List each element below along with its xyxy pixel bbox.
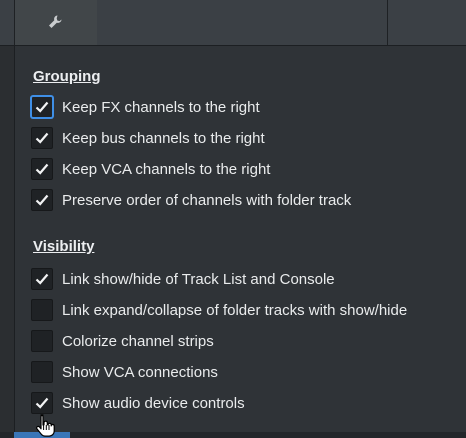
- option-label: Keep bus channels to the right: [62, 129, 265, 147]
- option-label: Link show/hide of Track List and Console: [62, 270, 335, 288]
- option-label: Colorize channel strips: [62, 332, 214, 350]
- checkbox[interactable]: [31, 127, 53, 149]
- option-label: Keep VCA channels to the right: [62, 160, 271, 178]
- option-label: Keep FX channels to the right: [62, 98, 260, 116]
- checkmark-icon: [35, 132, 49, 144]
- option-keep-fx-right[interactable]: Keep FX channels to the right: [31, 94, 260, 120]
- checkmark-icon: [35, 273, 49, 285]
- wrench-icon: [49, 15, 62, 28]
- option-label: Show audio device controls: [62, 394, 245, 412]
- option-keep-bus-right[interactable]: Keep bus channels to the right: [31, 125, 265, 151]
- tab-spacer-right: [388, 0, 466, 45]
- option-show-audio-device-controls[interactable]: Show audio device controls: [31, 390, 245, 416]
- option-keep-vca-right[interactable]: Keep VCA channels to the right: [31, 156, 270, 182]
- checkbox[interactable]: [31, 330, 53, 352]
- option-label: Link expand/collapse of folder tracks wi…: [62, 301, 408, 319]
- option-label: Show VCA connections: [62, 363, 218, 381]
- option-show-vca-connections[interactable]: Show VCA connections: [31, 359, 218, 385]
- option-label: Preserve order of channels with folder t…: [62, 191, 352, 209]
- checkbox[interactable]: [31, 96, 53, 118]
- tab-spacer: [97, 0, 388, 45]
- checkmark-icon: [35, 101, 49, 113]
- option-link-expand-collapse[interactable]: Link expand/collapse of folder tracks wi…: [31, 297, 407, 323]
- console-options-panel: Grouping Keep FX channels to the right K…: [14, 46, 466, 432]
- checkbox[interactable]: [31, 158, 53, 180]
- checkbox[interactable]: [31, 392, 53, 414]
- option-colorize-strips[interactable]: Colorize channel strips: [31, 328, 214, 354]
- checkmark-icon: [35, 163, 49, 175]
- checkbox[interactable]: [31, 268, 53, 290]
- settings-tab[interactable]: [14, 0, 98, 45]
- checkbox[interactable]: [31, 361, 53, 383]
- checkbox[interactable]: [31, 299, 53, 321]
- hand-pointer-icon: [36, 414, 55, 437]
- option-preserve-order[interactable]: Preserve order of channels with folder t…: [31, 187, 351, 213]
- section-title-grouping: Grouping: [33, 68, 101, 85]
- top-tab-bar: [0, 0, 466, 46]
- checkmark-icon: [35, 194, 49, 206]
- option-link-show-hide[interactable]: Link show/hide of Track List and Console: [31, 266, 335, 292]
- checkmark-icon: [35, 397, 49, 409]
- checkbox[interactable]: [31, 189, 53, 211]
- section-title-visibility: Visibility: [33, 238, 95, 255]
